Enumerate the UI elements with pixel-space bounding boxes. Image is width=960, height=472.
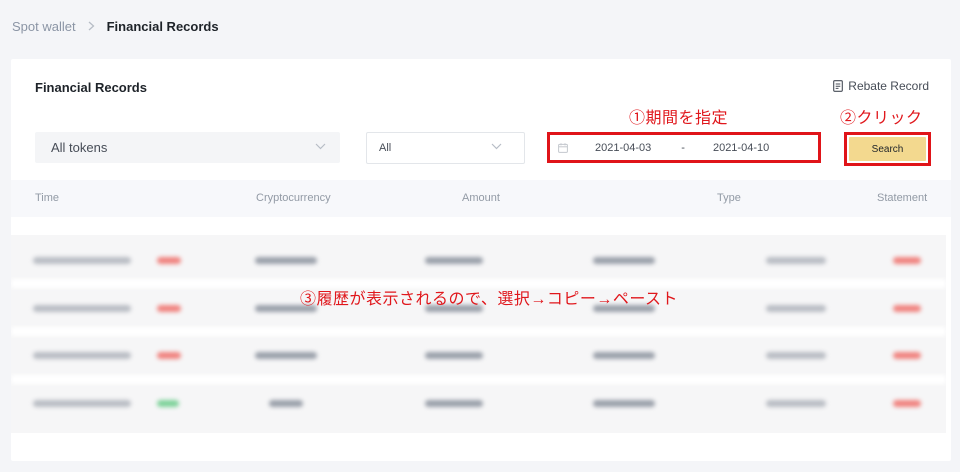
- table-header: Time Cryptocurrency Amount Type Statemen…: [11, 180, 951, 217]
- chevron-down-icon: [315, 143, 326, 149]
- type-select[interactable]: All: [366, 132, 525, 164]
- blurred-time: [33, 257, 131, 264]
- table-row[interactable]: [11, 241, 946, 279]
- breadcrumb-spot-wallet[interactable]: Spot wallet: [12, 19, 76, 34]
- search-button-highlight: Search: [844, 132, 931, 166]
- blurred-amount: [425, 400, 483, 407]
- blurred-time: [33, 305, 131, 312]
- blurred-amount: [425, 257, 483, 264]
- breadcrumb: Spot wallet Financial Records: [12, 19, 219, 34]
- financial-records-panel: Financial Records Rebate Record ①期間を指定 ②…: [11, 59, 951, 461]
- document-icon: [833, 80, 844, 92]
- blurred-type: [766, 305, 826, 312]
- page-title: Financial Records: [35, 80, 147, 95]
- column-amount: Amount: [462, 192, 500, 204]
- token-select-value: All tokens: [51, 140, 108, 155]
- column-time: Time: [35, 192, 60, 204]
- blurred-type: [766, 257, 826, 264]
- blurred-statement: [893, 400, 921, 407]
- rebate-record-label: Rebate Record: [848, 79, 929, 93]
- table-row[interactable]: [11, 384, 946, 422]
- blurred-type: [766, 400, 826, 407]
- blurred-amount-2: [593, 352, 655, 359]
- blurred-time: [33, 352, 131, 359]
- blurred-sign: [157, 400, 179, 407]
- date-range-picker[interactable]: 2021-04-03 - 2021-04-10: [547, 132, 821, 163]
- breadcrumb-current: Financial Records: [106, 19, 219, 34]
- blurred-type: [766, 352, 826, 359]
- blurred-statement: [893, 305, 921, 312]
- annotation-step1: ①期間を指定: [629, 110, 729, 127]
- blurred-sign: [157, 352, 181, 359]
- token-select[interactable]: All tokens: [35, 132, 340, 163]
- annotation-step3: ③履歴が表示されるので、選択→コピー→ペースト: [300, 291, 679, 308]
- blurred-amount-2: [593, 257, 655, 264]
- blurred-crypto: [269, 400, 303, 407]
- chevron-right-icon: [88, 20, 95, 34]
- row-divider: [11, 327, 946, 336]
- column-cryptocurrency: Cryptocurrency: [256, 192, 331, 204]
- annotation-step2: ②クリック: [840, 110, 923, 127]
- blurred-time: [33, 400, 131, 407]
- blurred-records-table: [11, 235, 946, 433]
- search-button[interactable]: Search: [849, 137, 926, 161]
- column-type: Type: [717, 192, 741, 204]
- column-statement: Statement: [877, 192, 928, 204]
- blurred-amount: [425, 352, 483, 359]
- blurred-sign: [157, 305, 181, 312]
- table-row[interactable]: [11, 336, 946, 374]
- date-start-input[interactable]: 2021-04-03: [595, 142, 651, 154]
- blurred-crypto: [255, 257, 317, 264]
- calendar-icon: [558, 142, 568, 153]
- type-select-value: All: [379, 142, 392, 154]
- chevron-down-icon: [491, 143, 502, 150]
- date-end-input[interactable]: 2021-04-10: [713, 142, 769, 154]
- row-divider: [11, 375, 946, 384]
- blurred-crypto: [255, 352, 317, 359]
- rebate-record-link[interactable]: Rebate Record: [833, 79, 929, 93]
- blurred-sign: [157, 257, 181, 264]
- blurred-amount-2: [593, 400, 655, 407]
- blurred-statement: [893, 257, 921, 264]
- blurred-statement: [893, 352, 921, 359]
- date-range-separator: -: [681, 141, 685, 154]
